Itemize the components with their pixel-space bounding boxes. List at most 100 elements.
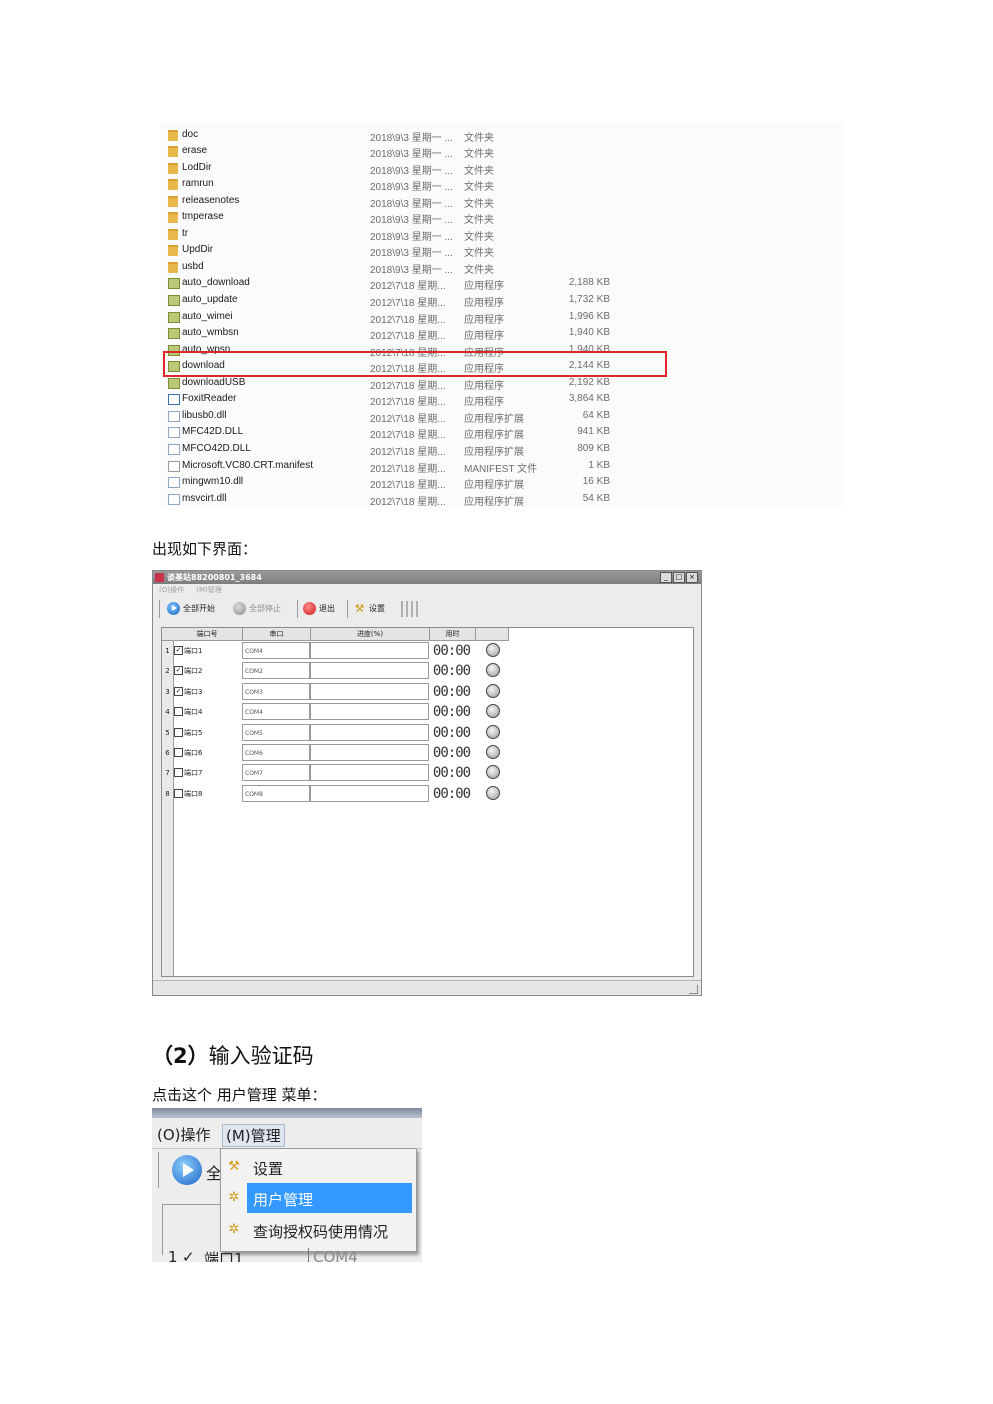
settings-button[interactable]: ⚒ 设置 xyxy=(353,602,385,615)
file-size: 3,864 KB xyxy=(568,393,610,405)
file-row[interactable]: auto_wmbsn 2012\7\18 星期... 应用程序 1,940 KB xyxy=(160,325,844,342)
file-row[interactable]: auto_download 2012\7\18 星期... 应用程序 2,188 KB xyxy=(160,275,844,292)
file-row[interactable]: tmperase 2018\9\3 星期一 ... 文件夹 xyxy=(160,209,844,226)
menu-operate-large[interactable]: (O)操作 xyxy=(157,1124,211,1145)
file-size: 2,192 KB xyxy=(568,376,610,388)
serial-port-value[interactable]: COM6 xyxy=(242,744,310,761)
port-checkbox[interactable]: ✓ xyxy=(174,646,183,655)
port-grid: 端口号 串口 进度(%) 用时 1 ✓ 端口1 COM4 00:00 2 ✓ 端口2 COM2 0… xyxy=(161,627,694,977)
table-row: 6 端口6 COM6 00:00 xyxy=(162,743,509,764)
port-checkbox[interactable]: ✓ xyxy=(182,1248,195,1262)
play-icon[interactable] xyxy=(172,1155,202,1185)
port-checkbox[interactable] xyxy=(174,788,183,798)
menu-item-label: 用户管理 xyxy=(253,1191,314,1209)
toolbar-grip xyxy=(416,601,418,617)
file-type: 文件夹 xyxy=(464,165,494,177)
maximize-button[interactable]: □ xyxy=(673,572,685,583)
port-name: 端口1 xyxy=(184,647,203,655)
file-row[interactable]: Microsoft.VC80.CRT.manifest 2012\7\18 星期.… xyxy=(160,458,844,475)
serial-port-value[interactable]: COM4 xyxy=(242,703,310,721)
port-checkbox[interactable] xyxy=(174,727,183,737)
status-lamp-icon xyxy=(486,745,500,759)
start-all-button[interactable]: 全部开始 xyxy=(167,602,215,615)
exe-icon xyxy=(168,295,180,306)
minimize-button[interactable]: _ xyxy=(660,572,672,583)
menu-operate[interactable]: (O)操作 xyxy=(159,586,184,594)
file-row[interactable]: UpdDir 2018\9\3 星期一 ... 文件夹 xyxy=(160,242,844,259)
table-row: 2 ✓ 端口2 COM2 00:00 xyxy=(162,661,509,682)
folder-icon xyxy=(168,261,178,273)
file-name: erase xyxy=(182,145,208,157)
window-title: 谈基站88200801_3684 xyxy=(167,573,262,582)
file-name: usbd xyxy=(182,260,204,272)
progress-cell xyxy=(310,662,429,680)
elapsed-timer: 00:00 xyxy=(429,784,474,803)
close-button[interactable]: × xyxy=(686,572,698,583)
file-row[interactable]: erase 2018\9\3 星期一 ... 文件夹 xyxy=(160,143,844,160)
serial-port-value[interactable]: COM4 xyxy=(242,642,310,659)
progress-cell xyxy=(310,723,429,741)
menu-item-query-auth[interactable]: ✲ 查询授权码使用情况 xyxy=(221,1215,414,1245)
window-titlebar: 谈基站88200801_3684 _ □ × xyxy=(153,571,701,584)
file-type: 文件夹 xyxy=(464,215,494,227)
file-row[interactable]: LodDir 2018\9\3 星期一 ... 文件夹 xyxy=(160,160,844,177)
file-name: MFCO42D.DLL xyxy=(182,442,251,454)
app-icon xyxy=(155,573,164,582)
file-row[interactable]: auto_wimei 2012\7\18 星期... 应用程序 1,996 KB xyxy=(160,309,844,326)
resize-grip[interactable] xyxy=(689,985,698,994)
port-checkbox[interactable] xyxy=(174,707,183,717)
file-type: 应用程序 xyxy=(464,331,504,343)
file-date: 2012\7\18 星期... xyxy=(370,430,446,442)
status-lamp-icon xyxy=(486,785,500,800)
menu-item-user-management[interactable]: ✲ 用户管理 xyxy=(221,1183,414,1213)
file-row[interactable]: mingwm10.dll 2012\7\18 星期... 应用程序扩展 16 KB xyxy=(160,474,844,491)
file-size: 1,732 KB xyxy=(568,294,610,305)
exe-icon xyxy=(168,278,180,290)
wrench-icon: ⚒ xyxy=(228,1159,240,1174)
file-date: 2012\7\18 星期... xyxy=(370,413,446,425)
progress-cell xyxy=(310,642,429,659)
progress-cell xyxy=(310,744,429,761)
file-type: 文件夹 xyxy=(464,264,494,276)
serial-port-value: COM4 xyxy=(308,1248,358,1262)
file-type: 应用程序扩展 xyxy=(464,496,524,506)
folder-icon xyxy=(168,129,178,141)
port-checkbox[interactable] xyxy=(174,748,183,757)
serial-port-value[interactable]: COM7 xyxy=(242,764,310,782)
file-size: 54 KB xyxy=(582,492,610,504)
file-row[interactable]: msvcirt.dll 2012\7\18 星期... 应用程序扩展 54 KB xyxy=(160,491,844,506)
file-name: tr xyxy=(182,227,189,239)
elapsed-timer: 00:00 xyxy=(429,744,474,762)
port-checkbox[interactable]: ✓ xyxy=(174,666,183,676)
stop-all-button[interactable]: 全部停止 xyxy=(233,602,281,615)
stop-all-label: 全部停止 xyxy=(249,604,281,613)
file-row[interactable]: releasenotes 2018\9\3 星期一 ... 文件夹 xyxy=(160,193,844,210)
port-checkbox[interactable]: ✓ xyxy=(174,686,183,696)
menu-item-settings[interactable]: ⚒ 设置 xyxy=(221,1152,414,1182)
file-name: auto_wimei xyxy=(182,310,233,322)
exe-icon xyxy=(168,377,180,389)
file-row[interactable]: tr 2018\9\3 星期一 ... 文件夹 xyxy=(160,226,844,243)
port-checkbox[interactable] xyxy=(174,768,183,778)
file-row[interactable]: libusb0.dll 2012\7\18 星期... 应用程序扩展 64 KB xyxy=(160,408,844,425)
file-row[interactable]: ramrun 2018\9\3 星期一 ... 文件夹 xyxy=(160,176,844,193)
file-row[interactable]: MFC42D.DLL 2012\7\18 星期... 应用程序扩展 941 KB xyxy=(160,424,844,441)
file-row[interactable]: FoxitReader 2012\7\18 星期... 应用程序 3,864 KB xyxy=(160,391,844,408)
file-name: ramrun xyxy=(182,178,214,190)
menu-manage-large[interactable]: (M)管理 xyxy=(222,1124,285,1147)
file-row[interactable]: MFCO42D.DLL 2012\7\18 星期... 应用程序扩展 809 KB xyxy=(160,441,844,458)
serial-port-value[interactable]: COM3 xyxy=(242,682,310,700)
file-row[interactable]: auto_update 2012\7\18 星期... 应用程序 1,732 KB xyxy=(160,292,844,309)
file-row[interactable]: doc 2018\9\3 星期一 ... 文件夹 xyxy=(160,127,844,144)
serial-port-value[interactable]: COM5 xyxy=(242,723,310,741)
exit-button[interactable]: 退出 xyxy=(303,602,335,615)
serial-port-value[interactable]: COM8 xyxy=(242,784,310,802)
file-row[interactable]: usbd 2018\9\3 星期一 ... 文件夹 xyxy=(160,259,844,276)
start-all-label: 全部开始 xyxy=(183,604,215,613)
serial-port-value[interactable]: COM2 xyxy=(242,662,310,680)
port-name: 端口4 xyxy=(184,708,203,717)
file-row[interactable]: downloadUSB 2012\7\18 星期... 应用程序 2,192 KB xyxy=(160,375,844,392)
file-date: 2012\7\18 星期... xyxy=(370,463,446,475)
menu-manage[interactable]: (M)管理 xyxy=(196,586,222,594)
folder-icon xyxy=(168,162,178,174)
